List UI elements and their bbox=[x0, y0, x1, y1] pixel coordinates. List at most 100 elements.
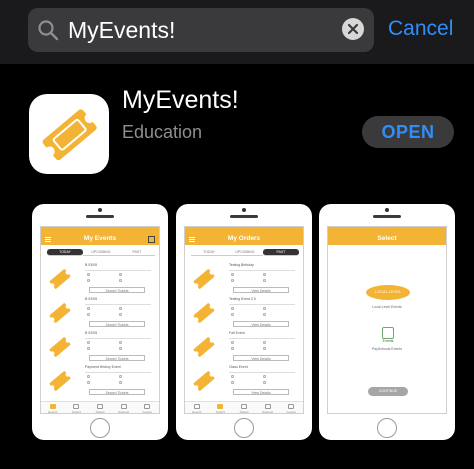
ticket-icon bbox=[49, 303, 71, 323]
screenshot-1[interactable]: My Events TODAY UPCOMING PAST B 03/05 Se… bbox=[32, 204, 168, 440]
event-name: Payment History Event bbox=[85, 365, 121, 369]
nav-item-logout: Logout bbox=[135, 402, 159, 413]
speaker-slot bbox=[86, 215, 114, 218]
events-icon bbox=[193, 404, 200, 409]
option-local-level: Local Level Events bbox=[372, 305, 402, 309]
list-item: Testing Birthday View Details bbox=[189, 263, 301, 297]
speaker-slot bbox=[230, 215, 258, 218]
clear-search-button[interactable] bbox=[342, 18, 364, 40]
screenshot-2[interactable]: My Orders TODAY UPCOMING PAST Testing Bi… bbox=[176, 204, 312, 440]
view-details-button: View Details bbox=[233, 321, 289, 327]
view-details-button: View Details bbox=[233, 287, 289, 293]
payschools-logo bbox=[382, 327, 394, 339]
status-bar bbox=[328, 227, 446, 234]
nav-item-events: Events bbox=[41, 402, 65, 413]
tab-upcoming: UPCOMING bbox=[83, 249, 119, 256]
search-icon bbox=[38, 20, 59, 41]
ticket-icon bbox=[193, 371, 215, 391]
app-name[interactable]: MyEvents! bbox=[122, 86, 239, 115]
search-tickets-button: Search Tickets bbox=[89, 287, 145, 293]
phone-screen: Select LOCAL LEVEL Local Level Events Ev… bbox=[327, 226, 447, 414]
logout-icon bbox=[288, 404, 295, 409]
event-name: Fall Event bbox=[229, 331, 245, 335]
app-icon[interactable] bbox=[29, 94, 109, 174]
search-tickets-button: Search Tickets bbox=[89, 389, 145, 395]
ticket-icon bbox=[193, 303, 215, 323]
screen-header: My Orders bbox=[185, 234, 303, 245]
list-item: Testing Event 2.0 View Details bbox=[189, 297, 301, 331]
event-name: B 03/05 bbox=[85, 331, 98, 335]
screen-header: Select bbox=[328, 234, 446, 245]
nav-item-tickets: Tickets bbox=[232, 402, 256, 413]
tab-upcoming: UPCOMING bbox=[227, 249, 263, 256]
nav-item-settings: Settings bbox=[256, 402, 280, 413]
tab-past: PAST bbox=[263, 249, 299, 256]
event-name: Testing Event 2.0 bbox=[229, 297, 256, 301]
bottom-nav: Events Orders Tickets Settings Logout bbox=[185, 401, 303, 413]
nav-item-logout: Logout bbox=[279, 402, 303, 413]
home-button bbox=[90, 418, 110, 438]
event-name: Class Event bbox=[229, 365, 248, 369]
status-bar bbox=[41, 227, 159, 234]
local-level-logo: LOCAL LEVEL bbox=[366, 285, 410, 300]
app-category: Education bbox=[122, 122, 203, 142]
event-name: B 03/05 bbox=[85, 263, 98, 267]
clear-icon bbox=[347, 23, 359, 35]
option-payschools: PaySchools Events bbox=[371, 347, 403, 351]
home-button bbox=[377, 418, 397, 438]
ticket-icon bbox=[193, 269, 215, 289]
list-item: Class Event View Details bbox=[189, 365, 301, 399]
tab-past: PAST bbox=[119, 249, 155, 256]
view-details-button: View Details bbox=[233, 355, 289, 361]
speaker-slot bbox=[373, 215, 401, 218]
home-button bbox=[234, 418, 254, 438]
list-item: B 03/05 Search Tickets bbox=[45, 263, 157, 297]
logout-icon bbox=[144, 404, 151, 409]
ticket-icon bbox=[49, 337, 71, 357]
payschools-logo-text: Events bbox=[382, 339, 394, 343]
search-field[interactable]: MyEvents! bbox=[28, 8, 374, 52]
ticket-icon bbox=[49, 371, 71, 391]
list-item: B 03/05 Search Tickets bbox=[45, 331, 157, 365]
search-input[interactable]: MyEvents! bbox=[68, 17, 175, 44]
open-button[interactable]: OPEN bbox=[362, 116, 454, 148]
screen-title: My Orders bbox=[227, 235, 261, 242]
bottom-spacer bbox=[0, 452, 474, 469]
tab-bar: TODAY UPCOMING PAST bbox=[191, 249, 299, 256]
search-header: MyEvents! Cancel bbox=[0, 0, 474, 64]
cancel-button[interactable]: Cancel bbox=[388, 17, 453, 41]
ticket-icon bbox=[49, 269, 71, 289]
orders-icon bbox=[73, 404, 80, 409]
tab-today: TODAY bbox=[47, 249, 83, 256]
screenshot-3[interactable]: Select LOCAL LEVEL Local Level Events Ev… bbox=[319, 204, 455, 440]
camera-dot bbox=[385, 208, 389, 212]
search-tickets-button: Search Tickets bbox=[89, 355, 145, 361]
app-result-row[interactable]: MyEvents! Education OPEN bbox=[0, 64, 474, 204]
ticket-icon bbox=[42, 109, 97, 161]
orders-icon bbox=[217, 404, 224, 409]
screen-title: Select bbox=[377, 235, 397, 242]
continue-button: CONTINUE bbox=[368, 387, 408, 396]
phone-screen: My Orders TODAY UPCOMING PAST Testing Bi… bbox=[184, 226, 304, 414]
screen-header: My Events bbox=[41, 234, 159, 245]
list-item: Fall Event View Details bbox=[189, 331, 301, 365]
nav-item-events: Events bbox=[185, 402, 209, 413]
nav-item-tickets: Tickets bbox=[88, 402, 112, 413]
nav-item-orders: Orders bbox=[209, 402, 233, 413]
phone-screen: My Events TODAY UPCOMING PAST B 03/05 Se… bbox=[40, 226, 160, 414]
filter-icon bbox=[148, 236, 155, 243]
settings-icon bbox=[120, 404, 127, 409]
bottom-nav: Events Orders Tickets Settings Logout bbox=[41, 401, 159, 413]
screen-title: My Events bbox=[83, 235, 117, 242]
settings-icon bbox=[264, 404, 271, 409]
view-details-button: View Details bbox=[233, 389, 289, 395]
tab-today: TODAY bbox=[191, 249, 227, 256]
tickets-icon bbox=[240, 404, 247, 409]
ticket-icon bbox=[193, 337, 215, 357]
tab-bar: TODAY UPCOMING PAST bbox=[47, 249, 155, 256]
camera-dot bbox=[242, 208, 246, 212]
nav-item-settings: Settings bbox=[112, 402, 136, 413]
list-item: Payment History Event Search Tickets bbox=[45, 365, 157, 399]
event-name: Testing Birthday bbox=[229, 263, 254, 267]
tickets-icon bbox=[96, 404, 103, 409]
